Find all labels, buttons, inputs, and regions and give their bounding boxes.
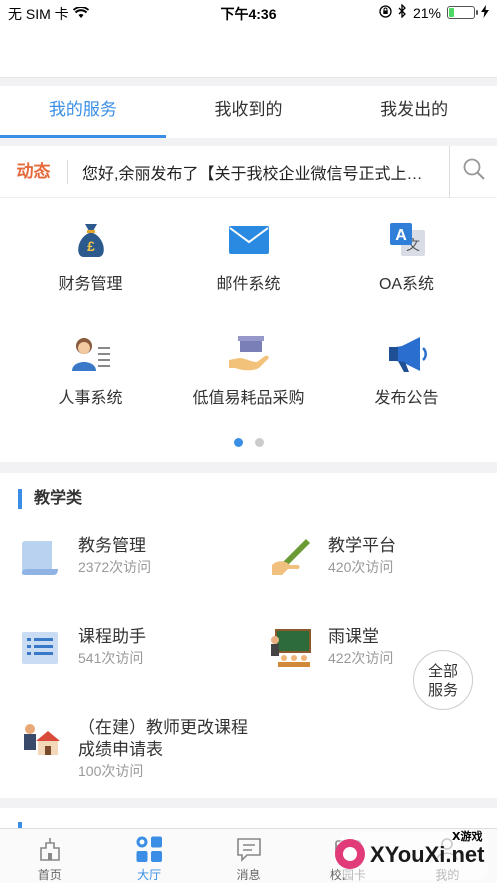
service-hr[interactable]: 人事系统 — [8, 312, 173, 412]
app-academic-affairs[interactable]: 教务管理 2372次访问 — [18, 535, 151, 579]
section-title: 教学类 — [18, 489, 82, 509]
app-visits: 541次访问 — [78, 650, 144, 666]
pen-hand-icon — [268, 535, 312, 579]
service-label: 低值易耗品采购 — [192, 390, 305, 407]
ticker-tag: 动态 — [0, 159, 68, 184]
battery-level — [449, 8, 454, 17]
service-announcement[interactable]: 发布公告 — [324, 312, 489, 412]
svg-text:£: £ — [87, 238, 95, 254]
service-label: 邮件系统 — [216, 276, 281, 293]
person-card-icon — [69, 332, 113, 376]
search-button[interactable] — [449, 145, 497, 198]
nav-label: 大厅 — [137, 868, 162, 882]
nav-label: 首页 — [37, 868, 62, 882]
app-name: 课程助手 — [78, 627, 146, 646]
service-label: 人事系统 — [58, 390, 123, 407]
app-visits: 422次访问 — [328, 650, 394, 666]
hand-box-icon — [227, 332, 271, 376]
news-ticker: 动态 您好,余丽发布了【关于我校企业微信号正式上线的通知】 — [0, 145, 497, 198]
nav-hall[interactable]: 大厅 — [99, 829, 198, 883]
service-mail[interactable]: 邮件系统 — [166, 198, 331, 298]
service-label: 发布公告 — [374, 390, 439, 407]
teacher-house-icon — [18, 717, 62, 761]
app-visits: 100次访问 — [78, 763, 144, 779]
page-indicator — [0, 438, 497, 447]
ticker-message[interactable]: 您好,余丽发布了【关于我校企业微信号正式上线的通知】 — [68, 160, 449, 184]
battery-icon — [447, 6, 478, 19]
svg-text:A: A — [395, 227, 407, 244]
tab-received[interactable]: 我收到的 — [166, 86, 332, 138]
app-rain-classroom[interactable]: 雨课堂 422次访问 — [268, 626, 393, 670]
app-grade-change-request[interactable]: （在建）教师更改课程成绩申请表 100次访问 — [18, 717, 248, 781]
nav-home[interactable]: 首页 — [0, 829, 99, 883]
service-procurement[interactable]: 低值易耗品采购 — [166, 312, 331, 412]
service-finance[interactable]: £ 财务管理 — [8, 198, 173, 298]
all-services-button[interactable]: 全部 服务 — [413, 650, 473, 710]
battery-percent: 21% — [412, 4, 441, 21]
page-dot-active[interactable] — [233, 438, 243, 447]
page-dot[interactable] — [254, 438, 264, 447]
app-name: 教务管理 — [78, 536, 146, 555]
tab-my-services[interactable]: 我的服务 — [0, 86, 166, 138]
status-bar: 无 SIM 卡 下午4:36 21% — [0, 0, 497, 26]
list-board-icon — [18, 626, 62, 670]
app-name: 雨课堂 — [328, 627, 379, 646]
service-grid: £ 财务管理 邮件系统 文A OA系统 人事系统 低值易耗品采购 发布公告 — [0, 198, 497, 462]
classroom-icon — [268, 626, 312, 670]
nav-bar — [0, 26, 497, 78]
watermark-tag: X游戏 — [452, 829, 482, 843]
app-teaching-platform[interactable]: 教学平台 420次访问 — [268, 535, 396, 579]
service-label: OA系统 — [378, 276, 435, 293]
translate-icon: 文A — [385, 218, 429, 262]
bluetooth-icon — [398, 3, 407, 21]
rotation-lock-icon — [379, 4, 392, 21]
app-visits: 420次访问 — [328, 559, 394, 575]
next-section-header — [0, 808, 497, 832]
app-name: （在建）教师更改课程成绩申请表 — [78, 718, 248, 759]
grid-apps-icon — [134, 834, 164, 864]
watermark-brand: XYouXi.net — [370, 842, 485, 867]
app-name: 教学平台 — [328, 536, 396, 555]
service-label: 财务管理 — [58, 276, 123, 293]
all-services-label-2: 服务 — [427, 682, 458, 699]
app-visits: 2372次访问 — [78, 559, 152, 575]
charging-icon — [481, 4, 489, 21]
mail-icon — [227, 218, 271, 262]
scroll-icon — [18, 535, 62, 579]
app-course-assistant[interactable]: 课程助手 541次访问 — [18, 626, 146, 670]
service-tabs: 我的服务 我收到的 我发出的 — [0, 86, 497, 138]
message-icon — [234, 834, 264, 864]
megaphone-icon — [385, 332, 429, 376]
search-icon — [462, 157, 486, 186]
nav-messages[interactable]: 消息 — [199, 829, 298, 883]
teaching-section: 教学类 教务管理 2372次访问 教学平台 420次访问 课程助手 541次访问 — [0, 473, 497, 798]
tab-sent[interactable]: 我发出的 — [331, 86, 497, 138]
money-bag-icon: £ — [69, 218, 113, 262]
all-services-label-1: 全部 — [427, 663, 458, 680]
service-oa[interactable]: 文A OA系统 — [324, 198, 489, 298]
watermark-logo: X游戏 XYouXi.net — [330, 826, 490, 883]
building-icon — [35, 834, 65, 864]
nav-label: 消息 — [236, 868, 261, 882]
